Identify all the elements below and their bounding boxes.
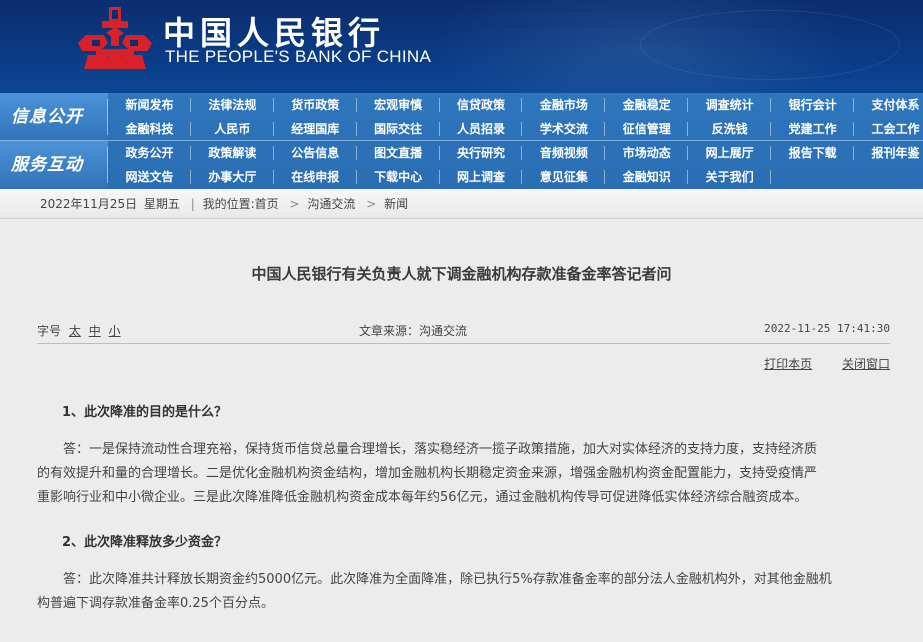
font-size-large-link[interactable]: 太	[69, 324, 81, 338]
nav-item-online-exhibition[interactable]: 网上展厅	[688, 141, 772, 165]
current-date: 2022年11月25日	[40, 197, 138, 211]
pboc-logo-icon[interactable]	[78, 7, 152, 69]
answer-1: 答：一是保持流动性合理充裕，保持货币信贷总量合理增长，落实稳经济一揽子政策措施，…	[37, 438, 890, 510]
breadcrumb: 2022年11月25日 星期五 | 我的位置:首页 > 沟通交流 > 新闻	[0, 189, 923, 219]
current-weekday: 星期五	[143, 197, 180, 211]
article-container: 中国人民银行有关负责人就下调金融机构存款准备金率答记者问 字号 太 中 小 文章…	[0, 219, 923, 642]
nav-item-union[interactable]: 工会工作	[854, 117, 923, 141]
nav-item-credit-reference[interactable]: 征信管理	[605, 117, 689, 141]
question-2: 2、此次降准释放多少资金？	[62, 535, 228, 550]
nav-item-research[interactable]: 央行研究	[440, 141, 523, 165]
nav-item-policy-interpretation[interactable]: 政策解读	[191, 141, 274, 165]
nav-section-title: 信息公开	[0, 93, 108, 141]
answer-line: 答：此次降准共计释放长期资金约5000亿元。此次降准为全面降准，除已执行5%存款…	[63, 572, 832, 587]
nav-item-online-survey[interactable]: 网上调查	[440, 165, 523, 189]
breadcrumb-home-link[interactable]: 我的位置:首页	[203, 197, 279, 211]
article-datetime: 2022-11-25 17:41:30	[764, 322, 890, 335]
site-header: 中国人民银行 THE PEOPLE'S BANK OF CHINA	[0, 0, 923, 93]
main-navigation: 信息公开 新闻发布 法律法规 货币政策 宏观审慎 信贷政策 金融市场 金融稳定 …	[0, 93, 923, 189]
nav-item-live[interactable]: 图文直播	[357, 141, 440, 165]
nav-item-treasury[interactable]: 经理国库	[274, 117, 357, 141]
nav-item-download-center[interactable]: 下载中心	[357, 165, 440, 189]
close-window-link[interactable]: 关闭窗口	[842, 357, 890, 371]
nav-item-government-affairs[interactable]: 政务公开	[108, 141, 191, 165]
nav-row: 网送文告 办事大厅 在线申报 下载中心 网上调查 意见征集 金融知识 关于我们	[108, 165, 923, 189]
breadcrumb-link-communication[interactable]: 沟通交流	[307, 197, 355, 211]
nav-item-rmb[interactable]: 人民币	[191, 117, 274, 141]
font-size-label: 字号	[37, 324, 62, 338]
breadcrumb-separator: |	[190, 197, 195, 211]
nav-item-international[interactable]: 国际交往	[357, 117, 440, 141]
nav-item-financial-market[interactable]: 金融市场	[522, 93, 606, 117]
nav-item-yearbook[interactable]: 报刊年鉴	[854, 141, 923, 165]
nav-row: 政务公开 政策解读 公告信息 图文直播 央行研究 音频视频 市场动态 网上展厅 …	[108, 141, 923, 165]
nav-item-about-us[interactable]: 关于我们	[688, 165, 772, 189]
nav-item-news[interactable]: 新闻发布	[108, 93, 191, 117]
nav-item-academic[interactable]: 学术交流	[522, 117, 606, 141]
breadcrumb-separator: >	[366, 197, 377, 211]
nav-item-financial-knowledge[interactable]: 金融知识	[605, 165, 689, 189]
bank-name-en: THE PEOPLE'S BANK OF CHINA	[165, 47, 432, 66]
header-watermark-ring	[640, 10, 900, 80]
nav-item-announcements[interactable]: 公告信息	[274, 141, 357, 165]
nav-item-anti-money-laundering[interactable]: 反洗钱	[688, 117, 772, 141]
breadcrumb-link-news[interactable]: 新闻	[384, 197, 408, 211]
nav-item-party-building[interactable]: 党建工作	[771, 117, 854, 141]
question-1: 1、此次降准的目的是什么？	[62, 405, 228, 420]
nav-row: 金融科技 人民币 经理国库 国际交往 人员招录 学术交流 征信管理 反洗钱 党建…	[108, 117, 923, 141]
font-size-switcher: 字号 太 中 小	[37, 322, 121, 339]
breadcrumb-separator: >	[289, 197, 300, 211]
nav-item-payment-system[interactable]: 支付体系	[854, 93, 923, 117]
font-size-medium-link[interactable]: 中	[89, 324, 101, 338]
nav-item-report-download[interactable]: 报告下载	[771, 141, 854, 165]
nav-item-credit-policy[interactable]: 信贷政策	[440, 93, 523, 117]
nav-item-fintech[interactable]: 金融科技	[108, 117, 191, 141]
nav-item-accounting[interactable]: 银行会计	[771, 93, 854, 117]
nav-item-opinion-collection[interactable]: 意见征集	[522, 165, 606, 189]
nav-section-title: 服务互动	[0, 141, 108, 189]
nav-item-service-hall[interactable]: 办事大厅	[191, 165, 274, 189]
font-size-small-link[interactable]: 小	[109, 324, 121, 338]
nav-item-documents[interactable]: 网送文告	[108, 165, 191, 189]
nav-item-monetary-policy[interactable]: 货币政策	[274, 93, 357, 117]
article-source: 文章来源：沟通交流	[359, 324, 468, 338]
nav-section-info: 信息公开 新闻发布 法律法规 货币政策 宏观审慎 信贷政策 金融市场 金融稳定 …	[0, 93, 923, 141]
nav-section-service: 服务互动 政务公开 政策解读 公告信息 图文直播 央行研究 音频视频 市场动态 …	[0, 141, 923, 189]
nav-item-online-declaration[interactable]: 在线申报	[274, 165, 357, 189]
print-page-link[interactable]: 打印本页	[764, 357, 812, 371]
answer-2: 答：此次降准共计释放长期资金约5000亿元。此次降准为全面降准，除已执行5%存款…	[37, 568, 890, 616]
article-title: 中国人民银行有关负责人就下调金融机构存款准备金率答记者问	[251, 265, 672, 283]
nav-item-recruitment[interactable]: 人员招录	[440, 117, 523, 141]
nav-item-statistics[interactable]: 调查统计	[688, 93, 772, 117]
nav-item-financial-stability[interactable]: 金融稳定	[605, 93, 689, 117]
article-tools: 打印本页 关闭窗口	[738, 355, 890, 372]
answer-line: 的有效提升和量的合理增长。二是优化金融机构资金结构，增加金融机构长期稳定资金来源…	[37, 466, 818, 481]
answer-line: 重影响行业和中小微企业。三是此次降准降低金融机构资金成本每年约56亿元，通过金融…	[37, 490, 808, 505]
article-meta: 字号 太 中 小 文章来源：沟通交流 2022-11-25 17:41:30	[37, 319, 890, 341]
nav-item-laws[interactable]: 法律法规	[191, 93, 274, 117]
nav-row: 新闻发布 法律法规 货币政策 宏观审慎 信贷政策 金融市场 金融稳定 调查统计 …	[108, 93, 923, 117]
nav-item-market-dynamics[interactable]: 市场动态	[605, 141, 689, 165]
meta-divider	[37, 343, 890, 344]
nav-item-macroprudential[interactable]: 宏观审慎	[357, 93, 440, 117]
answer-line: 构普遍下调存款准备金率0.25个百分点。	[37, 596, 274, 611]
answer-line: 答：一是保持流动性合理充裕，保持货币信贷总量合理增长，落实稳经济一揽子政策措施，…	[63, 442, 818, 457]
nav-item-audio-video[interactable]: 音频视频	[522, 141, 606, 165]
